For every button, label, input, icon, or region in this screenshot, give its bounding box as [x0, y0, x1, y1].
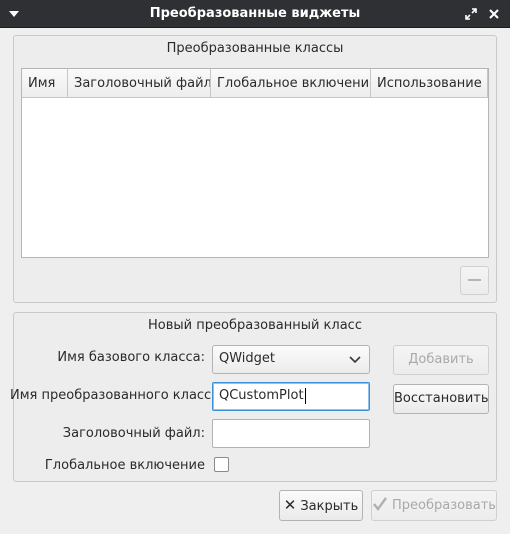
reset-button[interactable]: Восстановить [393, 384, 489, 414]
promoted-classes-table[interactable]: Имя Заголовочный файл Глобальное включен… [21, 68, 489, 258]
column-header-name[interactable]: Имя [22, 69, 68, 98]
window-titlebar: Преобразованные виджеты [0, 0, 510, 28]
promote-label: Преобразовать [392, 498, 496, 513]
maximize-icon[interactable] [464, 7, 478, 21]
global-include-checkbox[interactable] [214, 457, 229, 472]
text-caret [304, 387, 306, 404]
base-class-select[interactable]: QWidget [212, 345, 370, 374]
window-title: Преобразованные виджеты [149, 6, 361, 21]
column-header-global-include[interactable]: Глобальное включение [211, 69, 371, 98]
remove-class-button[interactable] [460, 266, 489, 295]
promoted-class-value: QCustomPlot [219, 388, 304, 403]
base-class-label: Имя базового класса: [57, 350, 205, 365]
promoted-class-label: Имя преобразованного класса: [10, 388, 224, 403]
table-header: Имя Заголовочный файл Глобальное включен… [22, 69, 488, 98]
header-file-label: Заголовочный файл: [62, 426, 205, 441]
close-window-icon[interactable] [487, 7, 501, 21]
promoted-class-input[interactable]: QCustomPlot [212, 382, 370, 411]
minus-icon [468, 279, 481, 281]
header-file-input[interactable] [212, 419, 370, 448]
x-icon: ✕ [283, 496, 297, 514]
column-header-header-file[interactable]: Заголовочный файл [68, 69, 211, 98]
checkmark-icon [373, 497, 387, 511]
column-header-usage[interactable]: Использование [371, 69, 488, 98]
add-button[interactable]: Добавить [393, 345, 489, 375]
promoted-classes-title: Преобразованные классы [166, 41, 344, 56]
promote-button[interactable]: Преобразовать [371, 490, 497, 521]
chevron-down-icon [349, 356, 361, 364]
global-include-label: Глобальное включение [44, 458, 205, 473]
base-class-value: QWidget [219, 351, 276, 366]
close-label: Закрыть [300, 499, 359, 514]
close-button[interactable]: ✕ Закрыть [279, 490, 363, 521]
new-class-title: Новый преобразованный класс [148, 318, 362, 333]
